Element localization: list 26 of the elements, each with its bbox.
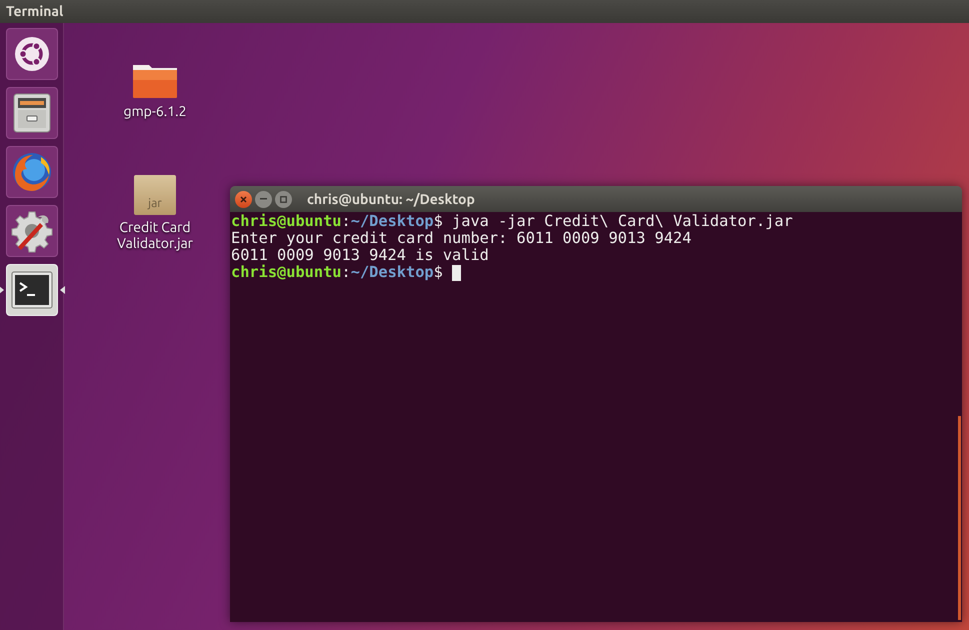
launcher-item[interactable] — [6, 205, 58, 257]
focus-indicator — [60, 286, 64, 294]
app-title: Terminal — [6, 2, 64, 21]
desktop-icon[interactable]: gmp-6.1.2 — [110, 61, 200, 119]
terminal-icon — [10, 271, 52, 309]
terminal-line: 6011 0009 9013 9424 is valid — [231, 247, 489, 264]
file-cabinet-icon — [12, 92, 52, 134]
window-title: chris@ubuntu: ~/Desktop — [307, 190, 475, 209]
fox-globe-icon — [10, 151, 52, 193]
desktop-icon[interactable]: jar Credit Card Validator.jar — [110, 175, 200, 251]
launcher-item[interactable] — [6, 87, 58, 139]
close-icon — [240, 196, 247, 202]
terminal-line: chris@ubuntu:~/Desktop$ java -jar Credit\ Card\ Validator.jar — [231, 213, 793, 230]
maximize-button[interactable] — [275, 190, 292, 208]
minimize-icon — [260, 198, 267, 200]
gear-wrench-icon — [10, 209, 54, 253]
maximize-icon — [280, 196, 287, 202]
close-button[interactable] — [235, 190, 252, 208]
desktop-icon-label: Credit Card Validator.jar — [116, 219, 194, 251]
minimize-button[interactable] — [255, 190, 272, 208]
ubuntu-logo-icon — [14, 36, 50, 72]
desktop-icon-label: gmp-6.1.2 — [124, 103, 186, 119]
terminal-line: Enter your credit card number: 6011 0009 9013 9424 — [231, 230, 692, 247]
launcher-item[interactable] — [6, 28, 58, 80]
package-icon: jar — [134, 175, 176, 215]
terminal-line: chris@ubuntu:~/Desktop$ — [231, 264, 462, 281]
